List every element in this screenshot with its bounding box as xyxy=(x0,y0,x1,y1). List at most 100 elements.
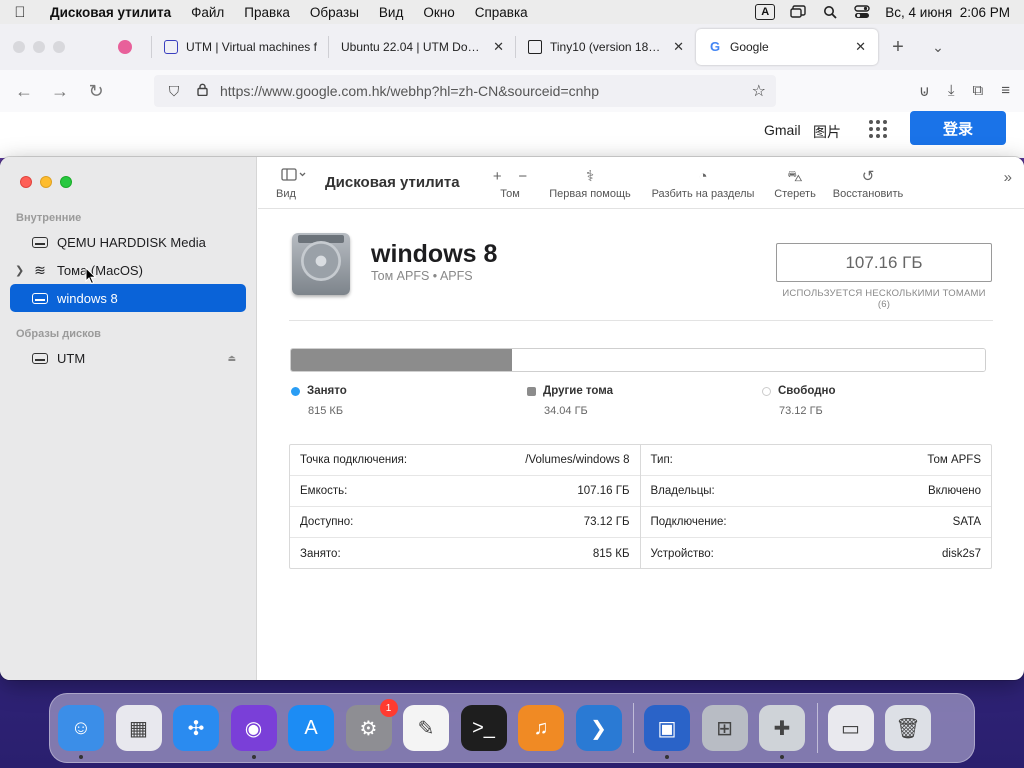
menu-images[interactable]: Образы xyxy=(300,5,369,20)
input-source-icon[interactable]: A xyxy=(755,4,776,20)
legend-value: 815 КБ xyxy=(308,405,344,417)
partition-label: Разбить на разделы xyxy=(651,188,755,200)
volume-type: Том APFS • APFS xyxy=(371,269,473,283)
sidebar-item-windows-8[interactable]: windows 8 xyxy=(10,284,246,312)
extensions-icon[interactable]: ⧉ xyxy=(973,82,984,100)
downloads-stack-icon[interactable]: ▭ xyxy=(827,705,874,751)
info-value: disk2s7 xyxy=(942,547,981,560)
container-layers-icon: ≋ xyxy=(34,261,46,278)
tracking-protection-icon[interactable]: ⛉ xyxy=(164,83,184,100)
minimize-window-button[interactable] xyxy=(33,41,45,53)
menu-file[interactable]: Файл xyxy=(181,5,234,20)
info-label: Занято: xyxy=(300,547,341,560)
trash-icon[interactable]: 🗑 xyxy=(885,705,931,751)
sidebar-item-macos-volumes[interactable]: ❯ ≋ Тома (MacOS) xyxy=(10,256,246,284)
tab-ubuntu[interactable]: Ubuntu 22.04 | UTM Docume ✕ xyxy=(329,24,516,70)
sidebar-section-internal: Внутренние xyxy=(16,212,82,224)
menu-help[interactable]: Справка xyxy=(465,5,538,20)
internal-disk-icon xyxy=(32,236,48,248)
tab-tiny10[interactable]: Tiny10 (version 1809, 22( ✕ xyxy=(516,24,696,70)
sidebar-item-label: UTM xyxy=(57,350,86,366)
close-tab-icon[interactable]: ✕ xyxy=(855,39,866,55)
dock: ☺ ▦ ✣ ◉ A ⚙ 1 ✎ >_ ♫ ❯ ▣ ⊞ ✚ ▭ 🗑 xyxy=(49,693,975,763)
legend-value: 34.04 ГБ xyxy=(544,405,588,417)
running-indicator xyxy=(79,755,83,759)
info-row-available: Доступно: 73.12 ГБ xyxy=(290,507,640,538)
close-window-button[interactable] xyxy=(13,41,25,53)
info-value: 815 КБ xyxy=(592,547,630,560)
sidebar-item-utm[interactable]: UTM ⏏ xyxy=(10,344,246,372)
menu-view[interactable]: Вид xyxy=(369,5,413,20)
first-aid-button[interactable]: ⚕ Первая помощь xyxy=(544,168,636,200)
view-button[interactable]: Вид xyxy=(276,168,312,200)
volume-add-remove-button[interactable]: + − Том xyxy=(490,168,530,200)
downloads-icon[interactable]: ⤓ xyxy=(948,82,955,100)
garageband-icon[interactable]: ♫ xyxy=(518,705,564,751)
terminal-icon[interactable]: >_ xyxy=(460,705,507,751)
list-all-tabs-icon[interactable]: ⌄ xyxy=(918,39,958,56)
tab-title: Ubuntu 22.04 | UTM Docume xyxy=(341,40,486,54)
restore-button[interactable]: ↺ Восстановить xyxy=(828,168,908,200)
back-button[interactable]: ← xyxy=(6,81,42,102)
textedit-icon[interactable]: ✎ xyxy=(403,705,449,751)
images-link[interactable]: 图片 xyxy=(813,122,841,142)
close-tab-icon[interactable]: ✕ xyxy=(493,39,504,55)
info-label: Тип: xyxy=(650,454,673,466)
zoom-button[interactable] xyxy=(60,176,72,188)
forward-button[interactable]: → xyxy=(42,81,78,102)
screen-mirroring-icon[interactable] xyxy=(789,4,807,20)
apple-menu-icon[interactable]:  xyxy=(0,4,40,21)
info-row-connection: Подключение: SATA xyxy=(640,507,991,538)
app-store-icon[interactable]: A xyxy=(288,705,334,751)
used-color-dot xyxy=(291,386,300,396)
running-indicator xyxy=(780,755,784,759)
launchpad-icon[interactable]: ▦ xyxy=(115,705,162,751)
erase-button[interactable]: ⛍ Стереть xyxy=(770,168,820,200)
pocket-icon[interactable]: ⊍ xyxy=(919,82,930,100)
disk-utility-icon[interactable]: ✚ xyxy=(759,705,805,759)
close-tab-icon[interactable]: ✕ xyxy=(673,39,684,55)
legend-free: Свободно 73.12 ГБ xyxy=(762,385,836,417)
legend-used: Занято 815 КБ xyxy=(291,385,347,417)
reload-button[interactable]: ↻ xyxy=(78,81,114,102)
menu-window[interactable]: Окно xyxy=(413,5,464,20)
minimize-button[interactable] xyxy=(40,176,52,188)
sidebar-item-qemu-harddisk[interactable]: QEMU HARDDISK Media xyxy=(10,228,246,256)
tab-google[interactable]: G Google ✕ xyxy=(696,29,878,65)
finder-icon[interactable]: ☺ xyxy=(58,705,104,759)
gmail-link[interactable]: Gmail xyxy=(764,122,801,138)
zoom-window-button[interactable] xyxy=(53,41,65,53)
sidebar-toggle-icon xyxy=(276,168,312,188)
utm-icon[interactable]: ▣ xyxy=(644,705,690,759)
spotlight-search-icon[interactable] xyxy=(821,4,839,20)
menu-app-name[interactable]: Дисковая утилита xyxy=(40,5,181,20)
app-menu-icon[interactable]: ≡ xyxy=(1001,82,1010,100)
eject-icon[interactable]: ⏏ xyxy=(227,353,236,364)
control-center-icon[interactable] xyxy=(853,4,871,20)
toolbar-overflow-icon[interactable]: » xyxy=(1004,169,1012,186)
info-label: Владельцы: xyxy=(650,485,715,497)
new-tab-button[interactable]: + xyxy=(878,36,918,59)
firefox-icon[interactable]: ◉ xyxy=(230,705,277,759)
tab-utm[interactable]: UTM | Virtual machines f xyxy=(152,24,329,70)
safari-icon[interactable]: ✣ xyxy=(173,705,219,751)
info-value: /Volumes/windows 8 xyxy=(525,454,630,466)
sidebar-item-label: windows 8 xyxy=(57,290,118,306)
info-row-mount-point: Точка подключения: /Volumes/windows 8 xyxy=(290,445,640,476)
close-button[interactable] xyxy=(20,176,32,188)
tab-pinned[interactable] xyxy=(104,24,152,70)
menu-clock[interactable]: Вс, 4 июня 2:06 PM xyxy=(885,5,1010,20)
bookmark-star-icon[interactable]: ☆ xyxy=(752,81,766,101)
vscode-icon[interactable]: ❯ xyxy=(575,705,622,751)
disclosure-chevron-icon[interactable]: ❯ xyxy=(10,264,28,277)
partition-button[interactable]: ◔ Разбить на разделы xyxy=(646,168,760,200)
url-text[interactable]: https://www.google.com.hk/webhp?hl=zh-CN… xyxy=(220,83,752,99)
sign-in-button[interactable]: 登录 xyxy=(910,111,1006,145)
system-settings-icon[interactable]: ⚙ 1 xyxy=(345,699,398,751)
boot-camp-icon[interactable]: ⊞ xyxy=(701,705,748,751)
lock-icon[interactable] xyxy=(192,83,212,99)
info-label: Емкость: xyxy=(300,485,348,497)
menu-edit[interactable]: Правка xyxy=(234,5,300,20)
google-apps-icon[interactable] xyxy=(869,120,887,138)
address-bar[interactable]: ⛉ https://www.google.com.hk/webhp?hl=zh-… xyxy=(154,75,776,107)
